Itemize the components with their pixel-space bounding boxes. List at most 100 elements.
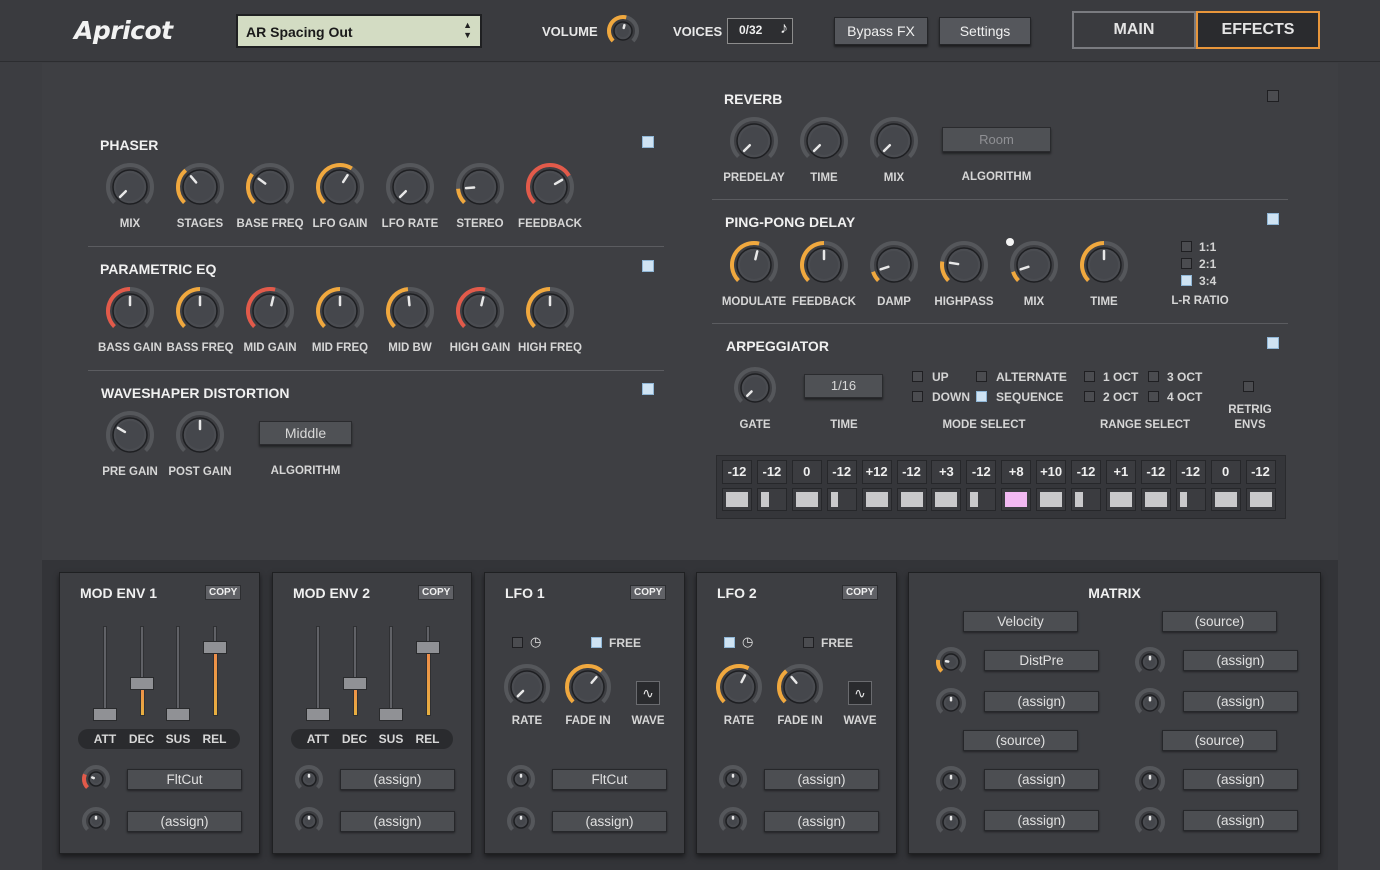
delay-mix-knob[interactable]: [1009, 240, 1059, 295]
lfo-1-copy-button[interactable]: COPY: [630, 585, 667, 600]
matrix-target-slot[interactable]: DistPre: [984, 650, 1099, 671]
arp-step-value[interactable]: +10: [1036, 460, 1067, 484]
sine-wave-icon[interactable]: ∿: [848, 681, 872, 705]
phaser-feedback-knob[interactable]: [525, 162, 575, 217]
lr-ratio-1-1-toggle[interactable]: [1181, 241, 1192, 252]
mod-env-2-rel-fader[interactable]: [415, 640, 440, 654]
lfo-1-mod-amount-knob[interactable]: [506, 764, 536, 799]
arp-step-value[interactable]: -12: [1071, 460, 1101, 484]
reverb-algorithm-dropdown[interactable]: Room: [942, 127, 1051, 152]
matrix-amount-knob[interactable]: [1134, 806, 1166, 843]
arp-step-value[interactable]: -12: [1175, 460, 1206, 484]
lfo-2-fade-in-knob[interactable]: [776, 663, 824, 716]
lfo-2-rate-knob[interactable]: [715, 663, 763, 716]
matrix-source-slot[interactable]: (source): [1162, 611, 1277, 632]
lr-ratio-3-4-toggle[interactable]: [1181, 275, 1192, 286]
lfo-1-fade-in-knob[interactable]: [564, 663, 612, 716]
arp-range-2-oct-toggle[interactable]: [1084, 391, 1095, 402]
lfo-1-rate-knob[interactable]: [503, 663, 551, 716]
arp-step-value[interactable]: +12: [861, 460, 892, 484]
lfo-2-sync-toggle[interactable]: [724, 637, 735, 648]
volume-knob[interactable]: [606, 14, 640, 53]
matrix-amount-knob[interactable]: [1134, 646, 1166, 683]
arp-mode-alternate-toggle[interactable]: [976, 371, 987, 382]
arp-step-gate[interactable]: [1140, 488, 1171, 511]
arp-step-value[interactable]: -12: [896, 460, 927, 484]
tab-effects[interactable]: EFFECTS: [1196, 11, 1320, 49]
arp-range-3-oct-toggle[interactable]: [1148, 371, 1159, 382]
mod-env-1-mod-target-slot[interactable]: (assign): [127, 811, 242, 832]
arp-gate-knob[interactable]: [733, 366, 777, 415]
lfo-2-mod-amount-knob[interactable]: [718, 764, 748, 799]
arp-step-gate[interactable]: [861, 488, 892, 511]
tab-main[interactable]: MAIN: [1072, 11, 1196, 49]
mod-env-2-att-fader[interactable]: [306, 708, 330, 721]
eq-high-freq-knob[interactable]: [525, 286, 575, 341]
waveshaper-algorithm-dropdown[interactable]: Middle: [259, 421, 352, 445]
phaser-mix-knob[interactable]: [105, 162, 155, 217]
matrix-target-slot[interactable]: (assign): [1183, 769, 1298, 790]
matrix-target-slot[interactable]: (assign): [984, 810, 1099, 831]
arp-step-value[interactable]: -12: [1245, 460, 1276, 484]
lfo-1-free-toggle[interactable]: [591, 637, 602, 648]
preset-selector[interactable]: AR Spacing Out ▲ ▼: [236, 14, 482, 48]
matrix-source-slot[interactable]: (source): [963, 730, 1078, 751]
matrix-amount-knob[interactable]: [935, 646, 967, 683]
mod-env-1-att-fader[interactable]: [93, 708, 117, 721]
waveshaper-pre-gain-knob[interactable]: [105, 410, 155, 465]
arp-step-gate[interactable]: [826, 488, 857, 511]
delay-damp-knob[interactable]: [869, 240, 919, 295]
matrix-source-slot[interactable]: Velocity: [963, 611, 1078, 632]
reverb-mix-knob[interactable]: [869, 116, 919, 171]
arp-step-gate[interactable]: [1071, 488, 1101, 511]
matrix-target-slot[interactable]: (assign): [1183, 810, 1298, 831]
arp-step-gate[interactable]: [931, 488, 962, 511]
arp-step-value[interactable]: 0: [1210, 460, 1241, 484]
arp-mode-sequence-toggle[interactable]: [976, 391, 987, 402]
mod-env-1-rel-fader[interactable]: [202, 640, 227, 654]
bypass-fx-button[interactable]: Bypass FX: [834, 17, 928, 45]
mod-env-1-mod-amount-knob[interactable]: [81, 806, 111, 841]
mod-env-1-sus-fader[interactable]: [166, 708, 190, 721]
arp-step-value[interactable]: +1: [1105, 460, 1136, 484]
phaser-lfo-gain-knob[interactable]: [315, 162, 365, 217]
arp-step-gate[interactable]: [1001, 488, 1032, 511]
arp-step-value[interactable]: -12: [722, 460, 752, 484]
eq-bass-gain-knob[interactable]: [105, 286, 155, 341]
arp-mode-up-toggle[interactable]: [912, 371, 923, 382]
mod-env-1-copy-button[interactable]: COPY: [205, 585, 242, 600]
matrix-source-slot[interactable]: (source): [1162, 730, 1277, 751]
arp-step-gate[interactable]: [1210, 488, 1241, 511]
arp-step-value[interactable]: -12: [966, 460, 997, 484]
arp-step-value[interactable]: -12: [826, 460, 857, 484]
phaser-stereo-knob[interactable]: [455, 162, 505, 217]
matrix-target-slot[interactable]: (assign): [1183, 650, 1298, 671]
arp-step-gate[interactable]: [722, 488, 752, 511]
reverb-predelay-knob[interactable]: [729, 116, 779, 171]
mod-env-2-mod-amount-knob[interactable]: [294, 806, 324, 841]
eq-mid-gain-knob[interactable]: [245, 286, 295, 341]
arp-step-gate[interactable]: [1175, 488, 1206, 511]
arp-step-gate[interactable]: [756, 488, 787, 511]
delay-feedback-knob[interactable]: [799, 240, 849, 295]
lfo-1-mod-amount-knob[interactable]: [506, 806, 536, 841]
mod-env-2-copy-button[interactable]: COPY: [418, 585, 455, 600]
delay-highpass-knob[interactable]: [939, 240, 989, 295]
arp-step-gate[interactable]: [791, 488, 822, 511]
arp-range-4-oct-toggle[interactable]: [1148, 391, 1159, 402]
matrix-amount-knob[interactable]: [935, 687, 967, 724]
mod-env-2-mod-target-slot[interactable]: (assign): [340, 769, 455, 790]
arp-step-value[interactable]: 0: [791, 460, 822, 484]
arp-mode-down-toggle[interactable]: [912, 391, 923, 402]
matrix-amount-knob[interactable]: [1134, 765, 1166, 802]
delay-modulate-knob[interactable]: [729, 240, 779, 295]
arp-step-gate[interactable]: [1245, 488, 1276, 511]
mod-env-1-mod-amount-knob[interactable]: [81, 764, 111, 799]
arp-step-gate[interactable]: [1036, 488, 1067, 511]
retrig-envs-toggle[interactable]: [1243, 381, 1254, 392]
lfo-2-mod-amount-knob[interactable]: [718, 806, 748, 841]
matrix-target-slot[interactable]: (assign): [984, 691, 1099, 712]
arp-step-value[interactable]: +3: [931, 460, 962, 484]
mod-env-2-mod-target-slot[interactable]: (assign): [340, 811, 455, 832]
mod-env-2-dec-fader[interactable]: [342, 676, 367, 690]
